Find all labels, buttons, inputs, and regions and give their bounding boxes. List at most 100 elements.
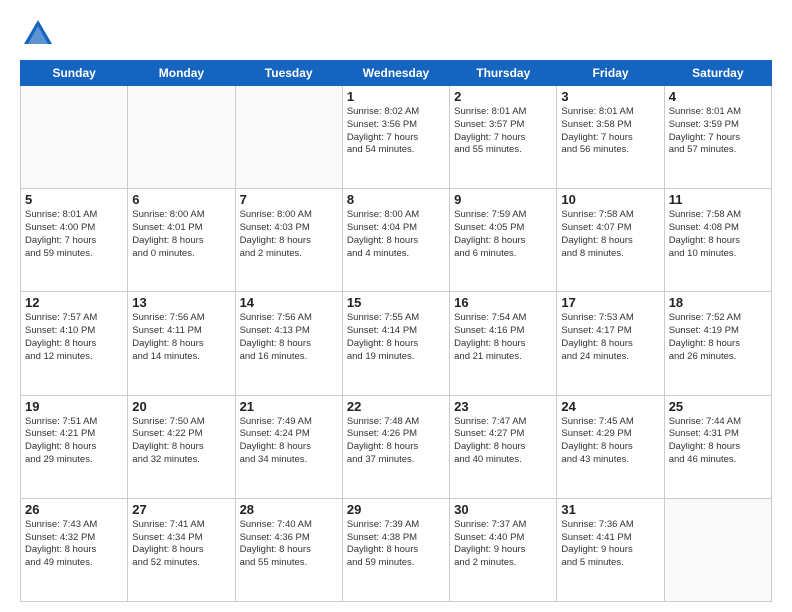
day-info: Sunrise: 7:43 AM Sunset: 4:32 PM Dayligh… (25, 519, 123, 570)
day-number: 21 (240, 399, 338, 414)
calendar-cell: 3 Sunrise: 8:01 AM Sunset: 3:58 PM Daylig… (557, 86, 664, 189)
calendar-cell: 31 Sunrise: 7:36 AM Sunset: 4:41 PM Dayli… (557, 498, 664, 601)
day-number: 27 (132, 502, 230, 517)
calendar-cell: 2 Sunrise: 8:01 AM Sunset: 3:57 PM Daylig… (450, 86, 557, 189)
day-info: Sunrise: 7:47 AM Sunset: 4:27 PM Dayligh… (454, 416, 552, 467)
day-number: 10 (561, 192, 659, 207)
day-header-thursday: Thursday (450, 61, 557, 86)
calendar-cell: 1 Sunrise: 8:02 AM Sunset: 3:56 PM Daylig… (342, 86, 449, 189)
day-info: Sunrise: 7:49 AM Sunset: 4:24 PM Dayligh… (240, 416, 338, 467)
day-number: 6 (132, 192, 230, 207)
calendar-cell: 24 Sunrise: 7:45 AM Sunset: 4:29 PM Dayli… (557, 395, 664, 498)
calendar-cell: 26 Sunrise: 7:43 AM Sunset: 4:32 PM Dayli… (21, 498, 128, 601)
day-info: Sunrise: 7:48 AM Sunset: 4:26 PM Dayligh… (347, 416, 445, 467)
calendar-cell: 10 Sunrise: 7:58 AM Sunset: 4:07 PM Dayli… (557, 189, 664, 292)
day-number: 18 (669, 295, 767, 310)
calendar-cell: 9 Sunrise: 7:59 AM Sunset: 4:05 PM Daylig… (450, 189, 557, 292)
day-info: Sunrise: 7:59 AM Sunset: 4:05 PM Dayligh… (454, 209, 552, 260)
day-number: 5 (25, 192, 123, 207)
day-number: 9 (454, 192, 552, 207)
calendar-cell: 27 Sunrise: 7:41 AM Sunset: 4:34 PM Dayli… (128, 498, 235, 601)
calendar-week-row: 5 Sunrise: 8:01 AM Sunset: 4:00 PM Daylig… (21, 189, 772, 292)
day-header-sunday: Sunday (21, 61, 128, 86)
calendar-cell: 18 Sunrise: 7:52 AM Sunset: 4:19 PM Dayli… (664, 292, 771, 395)
calendar-cell: 23 Sunrise: 7:47 AM Sunset: 4:27 PM Dayli… (450, 395, 557, 498)
day-header-wednesday: Wednesday (342, 61, 449, 86)
calendar-cell: 15 Sunrise: 7:55 AM Sunset: 4:14 PM Dayli… (342, 292, 449, 395)
day-number: 15 (347, 295, 445, 310)
day-number: 25 (669, 399, 767, 414)
calendar-cell: 14Sunrise: 7:56 AM Sunset: 4:13 PM Dayli… (235, 292, 342, 395)
calendar-cell: 12 Sunrise: 7:57 AM Sunset: 4:10 PM Dayli… (21, 292, 128, 395)
calendar-cell: 8Sunrise: 8:00 AM Sunset: 4:04 PM Daylig… (342, 189, 449, 292)
day-info: Sunrise: 7:45 AM Sunset: 4:29 PM Dayligh… (561, 416, 659, 467)
day-info: Sunrise: 8:00 AM Sunset: 4:03 PM Dayligh… (240, 209, 338, 260)
day-info: Sunrise: 7:53 AM Sunset: 4:17 PM Dayligh… (561, 312, 659, 363)
day-info: Sunrise: 8:00 AM Sunset: 4:01 PM Dayligh… (132, 209, 230, 260)
day-info: Sunrise: 7:39 AM Sunset: 4:38 PM Dayligh… (347, 519, 445, 570)
calendar-cell: 29Sunrise: 7:39 AM Sunset: 4:38 PM Dayli… (342, 498, 449, 601)
day-info: Sunrise: 7:57 AM Sunset: 4:10 PM Dayligh… (25, 312, 123, 363)
calendar-week-row: 12 Sunrise: 7:57 AM Sunset: 4:10 PM Dayli… (21, 292, 772, 395)
day-header-saturday: Saturday (664, 61, 771, 86)
calendar-cell (664, 498, 771, 601)
day-info: Sunrise: 7:58 AM Sunset: 4:08 PM Dayligh… (669, 209, 767, 260)
day-info: Sunrise: 7:40 AM Sunset: 4:36 PM Dayligh… (240, 519, 338, 570)
logo (20, 16, 60, 52)
day-info: Sunrise: 7:56 AM Sunset: 4:13 PM Dayligh… (240, 312, 338, 363)
day-info: Sunrise: 7:54 AM Sunset: 4:16 PM Dayligh… (454, 312, 552, 363)
day-number: 17 (561, 295, 659, 310)
day-header-tuesday: Tuesday (235, 61, 342, 86)
day-number: 4 (669, 89, 767, 104)
day-info: Sunrise: 8:01 AM Sunset: 3:57 PM Dayligh… (454, 106, 552, 157)
day-number: 20 (132, 399, 230, 414)
day-info: Sunrise: 8:01 AM Sunset: 3:59 PM Dayligh… (669, 106, 767, 157)
calendar-cell: 4 Sunrise: 8:01 AM Sunset: 3:59 PM Daylig… (664, 86, 771, 189)
calendar-cell (235, 86, 342, 189)
calendar-cell (21, 86, 128, 189)
calendar-cell: 25Sunrise: 7:44 AM Sunset: 4:31 PM Dayli… (664, 395, 771, 498)
day-number: 13 (132, 295, 230, 310)
day-info: Sunrise: 7:51 AM Sunset: 4:21 PM Dayligh… (25, 416, 123, 467)
day-number: 3 (561, 89, 659, 104)
calendar-cell: 6 Sunrise: 8:00 AM Sunset: 4:01 PM Daylig… (128, 189, 235, 292)
day-number: 16 (454, 295, 552, 310)
calendar-cell: 19 Sunrise: 7:51 AM Sunset: 4:21 PM Dayli… (21, 395, 128, 498)
day-info: Sunrise: 7:52 AM Sunset: 4:19 PM Dayligh… (669, 312, 767, 363)
day-number: 28 (240, 502, 338, 517)
day-number: 12 (25, 295, 123, 310)
page: SundayMondayTuesdayWednesdayThursdayFrid… (0, 0, 792, 612)
day-number: 30 (454, 502, 552, 517)
day-info: Sunrise: 8:01 AM Sunset: 4:00 PM Dayligh… (25, 209, 123, 260)
calendar-cell: 22 Sunrise: 7:48 AM Sunset: 4:26 PM Dayli… (342, 395, 449, 498)
calendar-cell: 13 Sunrise: 7:56 AM Sunset: 4:11 PM Dayli… (128, 292, 235, 395)
day-info: Sunrise: 7:55 AM Sunset: 4:14 PM Dayligh… (347, 312, 445, 363)
day-info: Sunrise: 7:41 AM Sunset: 4:34 PM Dayligh… (132, 519, 230, 570)
calendar-week-row: 1 Sunrise: 8:02 AM Sunset: 3:56 PM Daylig… (21, 86, 772, 189)
day-info: Sunrise: 7:56 AM Sunset: 4:11 PM Dayligh… (132, 312, 230, 363)
day-number: 31 (561, 502, 659, 517)
day-number: 2 (454, 89, 552, 104)
calendar-week-row: 19 Sunrise: 7:51 AM Sunset: 4:21 PM Dayli… (21, 395, 772, 498)
calendar-cell: 20 Sunrise: 7:50 AM Sunset: 4:22 PM Dayli… (128, 395, 235, 498)
calendar-cell: 21 Sunrise: 7:49 AM Sunset: 4:24 PM Dayli… (235, 395, 342, 498)
calendar-header-row: SundayMondayTuesdayWednesdayThursdayFrid… (21, 61, 772, 86)
day-number: 26 (25, 502, 123, 517)
day-number: 24 (561, 399, 659, 414)
day-header-monday: Monday (128, 61, 235, 86)
day-header-friday: Friday (557, 61, 664, 86)
day-info: Sunrise: 7:58 AM Sunset: 4:07 PM Dayligh… (561, 209, 659, 260)
calendar-cell (128, 86, 235, 189)
day-number: 1 (347, 89, 445, 104)
day-info: Sunrise: 7:50 AM Sunset: 4:22 PM Dayligh… (132, 416, 230, 467)
calendar-cell: 7Sunrise: 8:00 AM Sunset: 4:03 PM Daylig… (235, 189, 342, 292)
day-info: Sunrise: 7:36 AM Sunset: 4:41 PM Dayligh… (561, 519, 659, 570)
day-info: Sunrise: 8:02 AM Sunset: 3:56 PM Dayligh… (347, 106, 445, 157)
calendar-cell: 16 Sunrise: 7:54 AM Sunset: 4:16 PM Dayli… (450, 292, 557, 395)
day-info: Sunrise: 8:01 AM Sunset: 3:58 PM Dayligh… (561, 106, 659, 157)
day-info: Sunrise: 7:37 AM Sunset: 4:40 PM Dayligh… (454, 519, 552, 570)
day-number: 22 (347, 399, 445, 414)
day-info: Sunrise: 8:00 AM Sunset: 4:04 PM Dayligh… (347, 209, 445, 260)
day-number: 19 (25, 399, 123, 414)
day-number: 23 (454, 399, 552, 414)
